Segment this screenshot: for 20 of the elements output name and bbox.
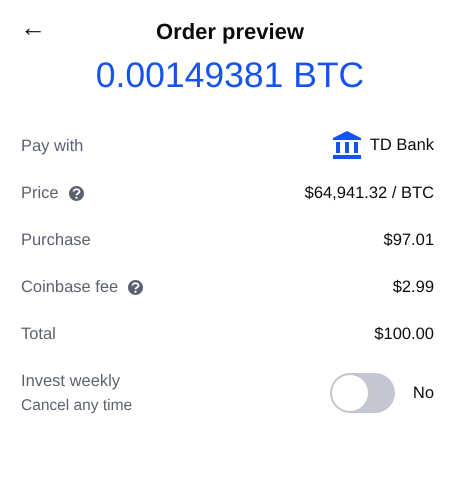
help-icon[interactable] [128,280,144,295]
row-label: Coinbase fee [21,277,118,298]
row-label: Pay with [21,136,84,157]
toggle-state: No [412,382,434,404]
row-label: Total [21,324,56,345]
crypto-amount: 0.00149381 BTC [94,56,366,96]
back-button[interactable]: ← [20,14,46,40]
row-value: $2.99 [392,277,434,298]
toggle-label: Invest weekly [21,371,122,392]
page-title: Order preview [156,18,304,46]
bank-icon [332,130,362,160]
bank-name: TD Bank [370,134,434,156]
row-label: Price [21,183,59,204]
help-icon[interactable] [68,186,84,201]
row-label: Purchase [21,230,91,251]
row-value: $100.00 [374,324,434,345]
row-value: $97.01 [384,230,434,251]
row-value: $64,941.32 / BTC [304,183,434,204]
toggle-sublabel: Cancel any time [21,396,132,416]
toggle-switch[interactable] [330,373,395,413]
